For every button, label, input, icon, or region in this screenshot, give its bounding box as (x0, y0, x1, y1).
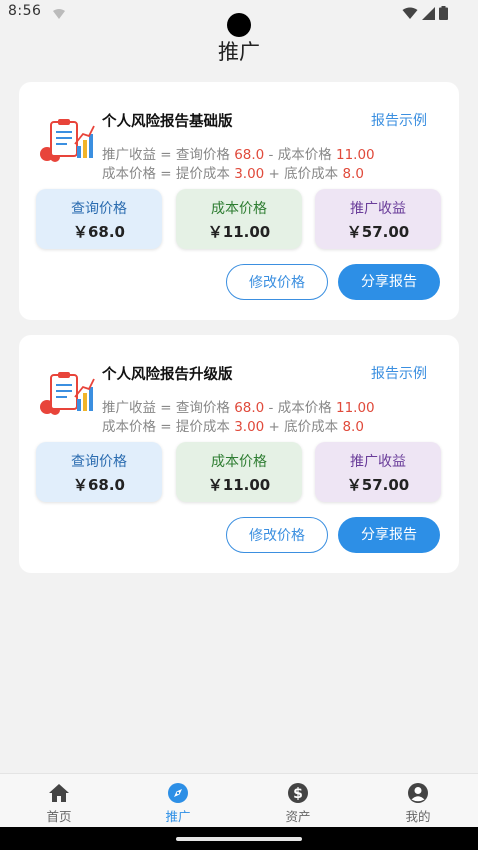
cell-signal-icon (422, 5, 435, 24)
status-bar: 8:56 (0, 0, 478, 37)
formula-query-price: 68.0 (234, 147, 265, 163)
report-clipboard-icon (39, 118, 95, 162)
cost-price-label: 成本价格 (211, 201, 267, 217)
compass-icon (167, 782, 189, 804)
formula-markup-cost: 3.00 (234, 419, 265, 435)
bottom-nav: 首页 推广 $ 资产 我的 (0, 773, 478, 828)
profit-formula: 推广收益 = 查询价格 68.0 - 成本价格 11.00 (102, 143, 375, 163)
formula-text: - 成本价格 (264, 400, 336, 416)
cost-price-box: 成本价格 ￥11.00 (176, 189, 302, 249)
nav-label: 推广 (165, 809, 191, 824)
profit-formula: 推广收益 = 查询价格 68.0 - 成本价格 11.00 (102, 396, 375, 416)
query-price-label: 查询价格 (71, 201, 127, 217)
nav-item-assets[interactable]: $ 资产 (258, 774, 338, 828)
camera-cutout (227, 13, 251, 37)
report-card-upgraded: 个人风险报告升级版 报告示例 推广收益 = 查询价格 68.0 - 成本价格 1… (19, 335, 459, 573)
battery-icon (439, 5, 448, 24)
query-price-value: ￥68.0 (72, 223, 125, 241)
share-report-button[interactable]: 分享报告 (338, 264, 440, 300)
query-price-value: ￥68.0 (72, 476, 125, 494)
report-card-basic: 个人风险报告基础版 报告示例 推广收益 = 查询价格 68.0 - 成本价格 1… (19, 82, 459, 320)
nav-label: 我的 (405, 809, 431, 824)
profit-label: 推广收益 (350, 454, 406, 470)
formula-cost-price: 11.00 (336, 400, 375, 416)
report-example-link[interactable]: 报告示例 (371, 363, 427, 383)
formula-cost-price: 11.00 (336, 147, 375, 163)
svg-text:$: $ (293, 786, 303, 802)
report-title: 个人风险报告升级版 (102, 367, 233, 383)
formula-markup-cost: 3.00 (234, 166, 265, 182)
cost-price-value: ￥11.00 (207, 476, 271, 494)
formula-text: - 成本价格 (264, 147, 336, 163)
dollar-icon: $ (287, 782, 309, 804)
status-time: 8:56 (8, 3, 42, 19)
user-icon (407, 782, 429, 804)
report-example-link[interactable]: 报告示例 (371, 110, 427, 130)
profit-box: 推广收益 ￥57.00 (315, 189, 441, 249)
page-title: 推广 (218, 40, 260, 64)
query-price-box: 查询价格 ￥68.0 (36, 189, 162, 249)
nav-item-home[interactable]: 首页 (19, 774, 99, 828)
query-price-box: 查询价格 ￥68.0 (36, 442, 162, 502)
formula-text: + 底价成本 (264, 166, 343, 182)
formula-base-cost: 8.0 (342, 166, 364, 182)
cost-price-label: 成本价格 (211, 454, 267, 470)
system-nav-bar (0, 827, 478, 850)
screen: 8:56 推广 个人风险报告基础版 报告示例 推广收益 = 查询价格 68.0 … (0, 0, 478, 850)
wifi-icon (52, 5, 66, 24)
nav-label: 首页 (46, 809, 72, 824)
formula-text: 推广收益 = 查询价格 (102, 147, 235, 163)
cost-price-box: 成本价格 ￥11.00 (176, 442, 302, 502)
profit-value: ￥57.00 (346, 476, 410, 494)
home-icon (48, 782, 70, 804)
nav-item-me[interactable]: 我的 (378, 774, 458, 828)
cost-formula: 成本价格 = 提价成本 3.00 + 底价成本 8.0 (102, 415, 364, 435)
formula-text: 成本价格 = 提价成本 (102, 419, 235, 435)
share-report-button[interactable]: 分享报告 (338, 517, 440, 553)
home-indicator[interactable] (176, 837, 302, 841)
edit-price-button[interactable]: 修改价格 (226, 517, 328, 553)
cost-price-value: ￥11.00 (207, 223, 271, 241)
report-title: 个人风险报告基础版 (102, 114, 233, 130)
formula-base-cost: 8.0 (342, 419, 364, 435)
profit-value: ￥57.00 (346, 223, 410, 241)
status-indicators (402, 5, 448, 24)
cost-formula: 成本价格 = 提价成本 3.00 + 底价成本 8.0 (102, 162, 364, 182)
formula-query-price: 68.0 (234, 400, 265, 416)
profit-label: 推广收益 (350, 201, 406, 217)
wifi-signal-icon (402, 5, 418, 24)
formula-text: 推广收益 = 查询价格 (102, 400, 235, 416)
formula-text: 成本价格 = 提价成本 (102, 166, 235, 182)
query-price-label: 查询价格 (71, 454, 127, 470)
nav-item-promote[interactable]: 推广 (138, 774, 218, 828)
profit-box: 推广收益 ￥57.00 (315, 442, 441, 502)
edit-price-button[interactable]: 修改价格 (226, 264, 328, 300)
report-clipboard-icon (39, 371, 95, 415)
nav-label: 资产 (285, 809, 311, 824)
formula-text: + 底价成本 (264, 419, 343, 435)
